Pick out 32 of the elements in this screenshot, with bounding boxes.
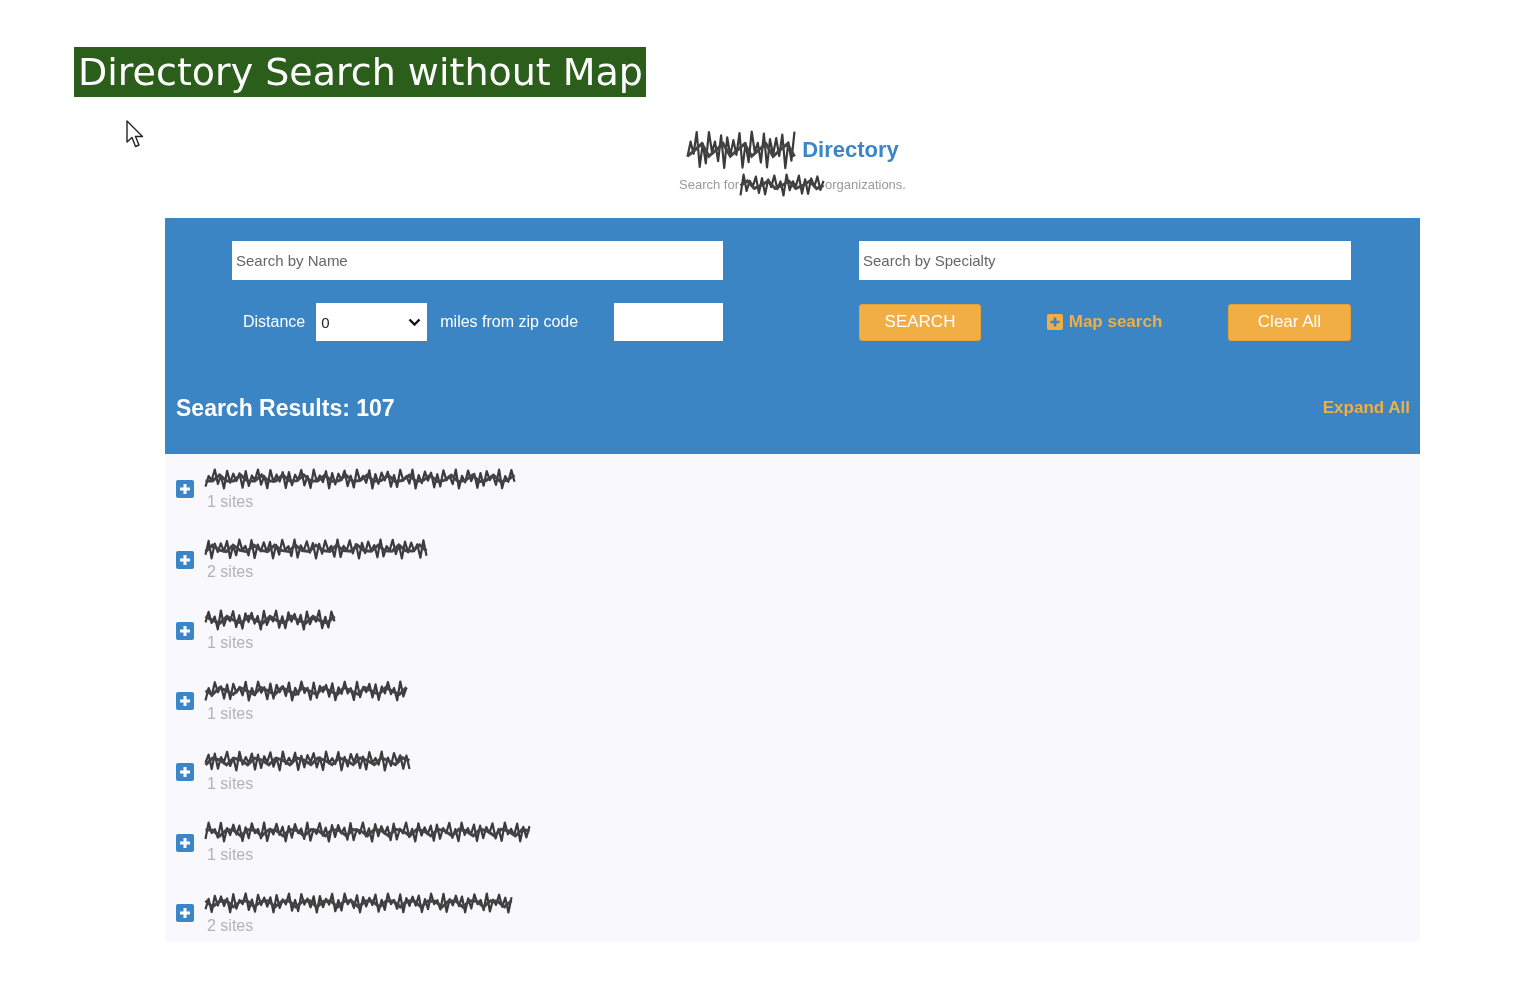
directory-title: Directory xyxy=(802,137,899,163)
page-title-banner: Directory Search without Map xyxy=(74,47,646,97)
chevron-down-icon xyxy=(408,318,422,326)
search-button[interactable]: SEARCH xyxy=(859,303,981,341)
expand-plus-icon[interactable] xyxy=(176,621,194,640)
name-search-field[interactable]: Search by Name xyxy=(232,241,723,280)
expand-plus-icon[interactable] xyxy=(176,480,194,499)
clear-all-button[interactable]: Clear All xyxy=(1228,303,1351,341)
sites-count: 2 sites xyxy=(207,562,254,583)
expand-plus-icon[interactable] xyxy=(176,833,194,852)
search-results-heading: Search Results: 107 xyxy=(176,394,395,422)
sites-count: 1 sites xyxy=(207,703,254,724)
pointer-cursor-icon xyxy=(126,120,145,148)
expand-plus-icon[interactable] xyxy=(176,904,194,923)
sites-count: 1 sites xyxy=(207,633,254,654)
distance-label: Distance xyxy=(243,313,306,331)
plus-square-icon xyxy=(1046,314,1063,330)
map-search-link[interactable]: Map search xyxy=(1046,312,1163,332)
sites-count: 1 sites xyxy=(207,491,254,512)
distance-select[interactable]: 0 xyxy=(316,303,428,341)
expand-plus-icon[interactable] xyxy=(176,692,194,711)
expand-all-link[interactable]: Expand All xyxy=(1322,398,1410,418)
subtitle-text: Search for xyxy=(679,177,739,192)
sites-count: 2 sites xyxy=(207,915,254,936)
subtitle-text: organizations. xyxy=(825,177,906,192)
zip-code-field[interactable] xyxy=(614,303,723,341)
sites-count: 1 sites xyxy=(207,845,254,866)
expand-plus-icon[interactable] xyxy=(176,551,194,569)
expand-plus-icon[interactable] xyxy=(176,762,194,781)
sites-count: 1 sites xyxy=(207,774,254,795)
specialty-search-field[interactable]: Search by Specialty xyxy=(859,241,1351,280)
zip-code-label: miles from zip code xyxy=(440,313,579,331)
